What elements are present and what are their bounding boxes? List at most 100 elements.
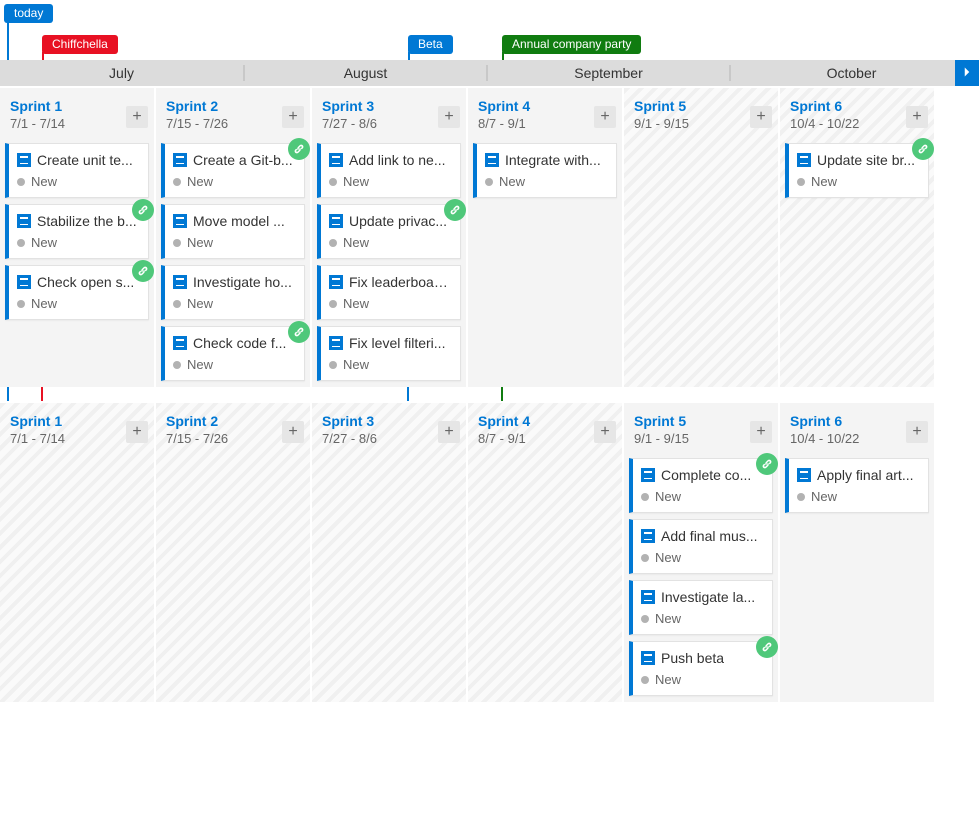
state-dot-icon: [329, 300, 337, 308]
card-top-row: Apply final art...: [797, 467, 920, 483]
plus-icon: +: [756, 109, 765, 125]
sprint-dates: 9/1 - 9/15: [634, 116, 768, 131]
today-badge[interactable]: today: [4, 4, 53, 23]
card-top-row: Move model ...: [173, 213, 296, 229]
sprint-dates: 10/4 - 10/22: [790, 431, 924, 446]
card-title: Apply final art...: [817, 467, 914, 483]
sprint-column: Sprint 48/7 - 9/1+ Integrate with...New: [468, 88, 624, 387]
add-card-button[interactable]: +: [282, 106, 304, 128]
add-card-button[interactable]: +: [438, 421, 460, 443]
event-badge-beta[interactable]: Beta: [408, 35, 453, 54]
event-badge-chiffchella[interactable]: Chiffchella: [42, 35, 118, 54]
work-item-card[interactable]: Create a Git-b...New: [161, 143, 305, 198]
work-item-card[interactable]: Add link to ne... New: [317, 143, 461, 198]
month-label: September: [486, 65, 729, 81]
sprint-title[interactable]: Sprint 6: [790, 413, 924, 429]
sprint-header[interactable]: Sprint 59/1 - 9/15+: [624, 403, 778, 452]
add-card-button[interactable]: +: [594, 106, 616, 128]
sprint-title[interactable]: Sprint 2: [166, 413, 300, 429]
state-label: New: [655, 489, 681, 504]
state-dot-icon: [797, 178, 805, 186]
card-top-row: Fix leaderboar...: [329, 274, 452, 290]
work-item-card[interactable]: Check open s...New: [5, 265, 149, 320]
sprint-header[interactable]: Sprint 17/1 - 7/14+: [0, 88, 154, 137]
sprint-title[interactable]: Sprint 4: [478, 98, 612, 114]
link-icon[interactable]: [444, 199, 466, 221]
card-state: New: [329, 296, 452, 311]
sprint-header[interactable]: Sprint 37/27 - 8/6+: [312, 403, 466, 452]
link-icon[interactable]: [756, 453, 778, 475]
link-icon[interactable]: [132, 260, 154, 282]
link-icon[interactable]: [288, 321, 310, 343]
work-item-card[interactable]: Integrate with...New: [473, 143, 617, 198]
sprint-title[interactable]: Sprint 1: [10, 413, 144, 429]
plus-icon: +: [912, 109, 921, 125]
sprint-dates: 7/15 - 7/26: [166, 431, 300, 446]
work-item-card[interactable]: Investigate ho...New: [161, 265, 305, 320]
sprint-header[interactable]: Sprint 6 10/4 - 10/22+: [780, 403, 934, 452]
sprint-header[interactable]: Sprint 6 10/4 - 10/22+: [780, 88, 934, 137]
link-icon[interactable]: [912, 138, 934, 160]
work-item-card[interactable]: Push betaNew: [629, 641, 773, 696]
work-item-card[interactable]: Create unit te...New: [5, 143, 149, 198]
plus-icon: +: [132, 109, 141, 125]
sprint-header[interactable]: Sprint 37/27 - 8/6+: [312, 88, 466, 137]
month-label: October: [729, 65, 972, 81]
card-state: New: [485, 174, 608, 189]
sprint-header[interactable]: Sprint 27/15 - 7/26+: [156, 88, 310, 137]
sprint-title[interactable]: Sprint 6: [790, 98, 924, 114]
add-card-button[interactable]: +: [906, 421, 928, 443]
add-card-button[interactable]: +: [750, 106, 772, 128]
work-item-card[interactable]: Fix leaderboar... New: [317, 265, 461, 320]
add-card-button[interactable]: +: [126, 421, 148, 443]
sprint-title[interactable]: Sprint 1: [10, 98, 144, 114]
event-badge-party[interactable]: Annual company party: [502, 35, 641, 54]
card-top-row: Add final mus...: [641, 528, 764, 544]
work-item-card[interactable]: Add final mus...New: [629, 519, 773, 574]
work-item-icon: [641, 590, 655, 604]
state-label: New: [343, 174, 369, 189]
sprint-title[interactable]: Sprint 3: [322, 98, 456, 114]
sprint-header[interactable]: Sprint 48/7 - 9/1+: [468, 88, 622, 137]
sprint-column: Sprint 2 7/15 - 7/26+: [156, 403, 312, 702]
work-item-card[interactable]: Move model ...New: [161, 204, 305, 259]
lanes-container: Sprint 17/1 - 7/14+ Create unit te...New S…: [0, 86, 979, 702]
link-icon[interactable]: [288, 138, 310, 160]
sprint-title[interactable]: Sprint 5: [634, 413, 768, 429]
card-top-row: Fix level filteri...: [329, 335, 452, 351]
card-title: Update privac...: [349, 213, 447, 229]
add-card-button[interactable]: +: [906, 106, 928, 128]
sprint-title[interactable]: Sprint 3: [322, 413, 456, 429]
work-item-card[interactable]: Update privac...New: [317, 204, 461, 259]
work-item-card[interactable]: Stabilize the b...New: [5, 204, 149, 259]
card-state: New: [173, 357, 296, 372]
sprint-header[interactable]: Sprint 2 7/15 - 7/26+: [156, 403, 310, 452]
state-label: New: [187, 174, 213, 189]
add-card-button[interactable]: +: [282, 421, 304, 443]
sprint-column: Sprint 5 9/1 - 9/15+: [624, 88, 780, 387]
next-month-button[interactable]: [955, 60, 979, 86]
sprint-header[interactable]: Sprint 17/1 - 7/14+: [0, 403, 154, 452]
add-card-button[interactable]: +: [438, 106, 460, 128]
sprint-title[interactable]: Sprint 5: [634, 98, 768, 114]
work-item-card[interactable]: Apply final art...New: [785, 458, 929, 513]
add-card-button[interactable]: +: [750, 421, 772, 443]
add-card-button[interactable]: +: [126, 106, 148, 128]
sprint-dates: 10/4 - 10/22: [790, 116, 924, 131]
sprint-header[interactable]: Sprint 5 9/1 - 9/15+: [624, 88, 778, 137]
work-item-card[interactable]: Check code f...New: [161, 326, 305, 381]
work-item-icon: [17, 153, 31, 167]
link-icon[interactable]: [132, 199, 154, 221]
work-item-card[interactable]: Fix level filteri...New: [317, 326, 461, 381]
work-item-card[interactable]: Investigate la...New: [629, 580, 773, 635]
sprint-header[interactable]: Sprint 48/7 - 9/1+: [468, 403, 622, 452]
work-item-card[interactable]: Update site br...New: [785, 143, 929, 198]
card-state: New: [17, 235, 140, 250]
add-card-button[interactable]: +: [594, 421, 616, 443]
card-title: Fix leaderboar...: [349, 274, 449, 290]
sprint-title[interactable]: Sprint 2: [166, 98, 300, 114]
sprint-title[interactable]: Sprint 4: [478, 413, 612, 429]
work-item-card[interactable]: Complete co...New: [629, 458, 773, 513]
link-icon[interactable]: [756, 636, 778, 658]
card-top-row: Add link to ne...: [329, 152, 452, 168]
